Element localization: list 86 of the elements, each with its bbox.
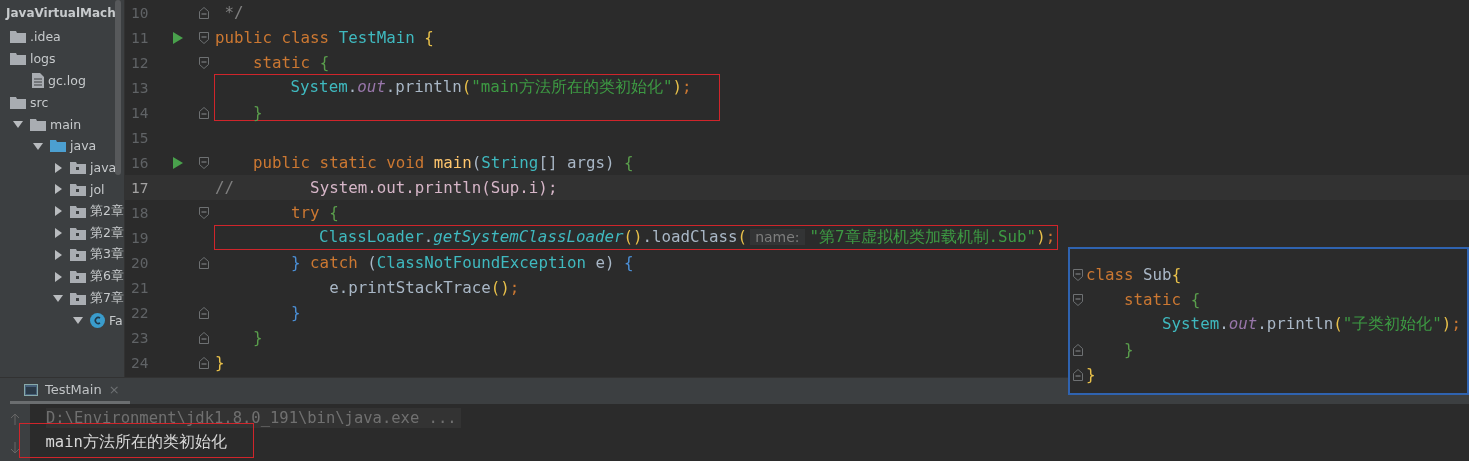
fold-icon[interactable] xyxy=(199,106,209,119)
code-line: } xyxy=(215,353,225,372)
expanded-arrow-icon[interactable] xyxy=(70,315,86,326)
expanded-arrow-icon[interactable] xyxy=(30,140,46,151)
line-number: 13 xyxy=(130,79,150,96)
scrollbar[interactable] xyxy=(115,0,121,175)
tree-item[interactable]: 第3章 xyxy=(90,246,124,264)
code-line: static { xyxy=(252,53,330,72)
code-line: } xyxy=(1086,365,1096,384)
folder-icon xyxy=(50,139,66,153)
package-icon xyxy=(70,226,86,240)
folder-icon xyxy=(30,117,46,131)
line-number: 20 xyxy=(130,254,150,271)
folder-icon xyxy=(10,95,26,109)
class-icon xyxy=(90,312,105,328)
code-line: */ xyxy=(223,3,244,22)
package-icon xyxy=(70,291,86,305)
file-icon xyxy=(32,73,44,88)
tree-item[interactable]: gc.log xyxy=(48,73,86,88)
tree-item[interactable]: java xyxy=(70,138,97,154)
expanded-arrow-icon[interactable] xyxy=(50,293,66,304)
tree-item[interactable]: 第7章 xyxy=(90,289,124,307)
tree-item[interactable]: jol xyxy=(90,181,105,197)
line-number: 10 xyxy=(130,4,150,21)
fold-icon[interactable] xyxy=(199,56,209,69)
run-icon[interactable] xyxy=(173,156,183,169)
code-line: } xyxy=(1123,340,1134,359)
line-number: 14 xyxy=(130,104,150,121)
tree-item[interactable]: Fa xyxy=(109,312,123,328)
line-number: 21 xyxy=(130,279,150,296)
code-line: } xyxy=(252,328,263,347)
package-icon xyxy=(70,161,86,175)
tree-item[interactable]: java xyxy=(90,160,117,176)
line-number: 11 xyxy=(130,29,150,46)
folder-icon xyxy=(10,52,26,66)
fold-icon[interactable] xyxy=(1073,343,1083,356)
scroll-down-icon[interactable] xyxy=(10,441,20,454)
tree-item[interactable]: src xyxy=(30,94,49,110)
line-number: 15 xyxy=(130,129,150,146)
package-icon xyxy=(70,270,86,284)
line-number: 19 xyxy=(130,229,150,246)
run-icon[interactable] xyxy=(173,31,183,44)
code-line: static { xyxy=(1123,290,1201,309)
code-line: System.out.println("子类初始化"); xyxy=(1161,314,1461,335)
code-line: try { xyxy=(290,203,339,222)
code-line: e.printStackTrace(); xyxy=(328,278,520,297)
fold-icon[interactable] xyxy=(199,306,209,319)
code-line: // System.out.println(Sup.i); xyxy=(215,178,558,197)
fold-icon[interactable] xyxy=(199,356,209,369)
expanded-arrow-icon[interactable] xyxy=(10,119,26,130)
tab-label: TestMain xyxy=(45,382,102,397)
tree-item[interactable]: 第6章 xyxy=(90,268,124,286)
tree-item[interactable]: 第2章 xyxy=(90,224,124,242)
fold-icon[interactable] xyxy=(199,31,209,44)
line-number: 23 xyxy=(130,329,150,346)
fold-icon[interactable] xyxy=(1073,368,1083,381)
line-number: 24 xyxy=(130,354,150,371)
fold-icon[interactable] xyxy=(199,6,209,19)
fold-icon[interactable] xyxy=(199,206,209,219)
line-number: 16 xyxy=(130,154,150,171)
fold-icon[interactable] xyxy=(1073,268,1083,281)
code-line: public class TestMain { xyxy=(215,28,434,47)
fold-icon[interactable] xyxy=(199,156,209,169)
console-icon xyxy=(24,383,38,396)
code-line: class Sub{ xyxy=(1086,265,1182,284)
fold-icon[interactable] xyxy=(199,256,209,269)
project-title: JavaVirtualMach xyxy=(4,5,117,22)
folder-icon xyxy=(10,30,26,44)
line-number: 18 xyxy=(130,204,150,221)
fold-icon[interactable] xyxy=(1073,293,1083,306)
package-icon xyxy=(70,248,86,262)
code-line: } xyxy=(252,103,263,122)
tree-item[interactable]: .idea xyxy=(30,29,61,45)
line-number: 12 xyxy=(130,54,150,71)
package-icon xyxy=(70,204,86,218)
scroll-up-icon[interactable] xyxy=(10,412,20,425)
line-number: 17 xyxy=(130,179,150,196)
code-line: public static void main(String[] args) { xyxy=(252,153,634,172)
line-number: 22 xyxy=(130,304,150,321)
package-icon xyxy=(70,182,86,196)
fold-icon[interactable] xyxy=(199,331,209,344)
code-line: } catch (ClassNotFoundException e) { xyxy=(290,253,634,272)
tree-item[interactable]: logs xyxy=(30,51,56,67)
tree-item[interactable]: main xyxy=(50,116,82,132)
tree-item[interactable]: 第2章 xyxy=(90,202,124,220)
code-line: } xyxy=(290,303,301,322)
